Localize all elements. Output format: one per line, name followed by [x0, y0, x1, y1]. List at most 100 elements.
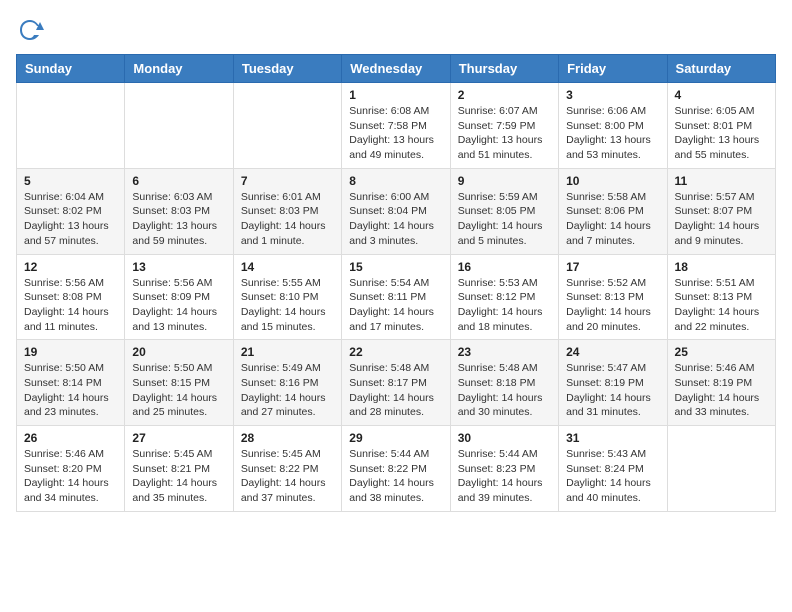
calendar-cell: 20Sunrise: 5:50 AMSunset: 8:15 PMDayligh…	[125, 340, 233, 426]
weekday-header-thursday: Thursday	[450, 55, 558, 83]
calendar-cell	[667, 426, 775, 512]
day-number: 17	[566, 260, 659, 274]
calendar-week-5: 26 Sunrise: 5:46 AMSunset: 8:20 PMDayligh…	[17, 426, 776, 512]
calendar-cell: 27 Sunrise: 5:45 AMSunset: 8:21 PMDayligh…	[125, 426, 233, 512]
day-info: Sunrise: 6:07 AMSunset: 7:59 PMDaylight:…	[458, 104, 551, 163]
day-info: Sunrise: 5:55 AMSunset: 8:10 PMDaylight:…	[241, 276, 334, 335]
day-info: Sunrise: 6:03 AMSunset: 8:03 PMDaylight:…	[132, 190, 225, 249]
day-info: Sunrise: 5:44 AMSunset: 8:22 PMDaylight:…	[349, 447, 442, 506]
weekday-header-sunday: Sunday	[17, 55, 125, 83]
day-number: 21	[241, 345, 334, 359]
calendar-cell: 31 Sunrise: 5:43 AMSunset: 8:24 PMDayligh…	[559, 426, 667, 512]
day-number: 4	[675, 88, 768, 102]
day-info: Sunrise: 5:46 AMSunset: 8:19 PMDaylight:…	[675, 361, 768, 420]
day-info: Sunrise: 5:56 AMSunset: 8:08 PMDaylight:…	[24, 276, 117, 335]
day-number: 19	[24, 345, 117, 359]
day-info: Sunrise: 5:44 AMSunset: 8:23 PMDaylight:…	[458, 447, 551, 506]
calendar-week-4: 19 Sunrise: 5:50 AMSunset: 8:14 PMDayligh…	[17, 340, 776, 426]
day-info: Sunrise: 5:48 AMSunset: 8:18 PMDaylight:…	[458, 361, 551, 420]
day-number: 27	[132, 431, 225, 445]
calendar-cell: 2 Sunrise: 6:07 AMSunset: 7:59 PMDaylight…	[450, 83, 558, 169]
calendar-week-1: 1Sunrise: 6:08 AMSunset: 7:58 PMDaylight…	[17, 83, 776, 169]
calendar-cell: 4 Sunrise: 6:05 AMSunset: 8:01 PMDaylight…	[667, 83, 775, 169]
day-info: Sunrise: 5:46 AMSunset: 8:20 PMDaylight:…	[24, 447, 117, 506]
calendar-cell: 29 Sunrise: 5:44 AMSunset: 8:22 PMDayligh…	[342, 426, 450, 512]
day-info: Sunrise: 6:04 AMSunset: 8:02 PMDaylight:…	[24, 190, 117, 249]
calendar-cell: 17 Sunrise: 5:52 AMSunset: 8:13 PMDayligh…	[559, 254, 667, 340]
day-number: 22	[349, 345, 442, 359]
calendar-cell: 3 Sunrise: 6:06 AMSunset: 8:00 PMDaylight…	[559, 83, 667, 169]
day-info: Sunrise: 5:54 AMSunset: 8:11 PMDaylight:…	[349, 276, 442, 335]
day-info: Sunrise: 5:51 AMSunset: 8:13 PMDaylight:…	[675, 276, 768, 335]
day-info: Sunrise: 5:53 AMSunset: 8:12 PMDaylight:…	[458, 276, 551, 335]
calendar-week-3: 12 Sunrise: 5:56 AMSunset: 8:08 PMDayligh…	[17, 254, 776, 340]
day-info: Sunrise: 5:56 AMSunset: 8:09 PMDaylight:…	[132, 276, 225, 335]
calendar-cell: 7Sunrise: 6:01 AMSunset: 8:03 PMDaylight…	[233, 168, 341, 254]
calendar-cell: 11Sunrise: 5:57 AMSunset: 8:07 PMDayligh…	[667, 168, 775, 254]
logo	[16, 16, 48, 44]
day-number: 9	[458, 174, 551, 188]
day-info: Sunrise: 5:50 AMSunset: 8:15 PMDaylight:…	[132, 361, 225, 420]
day-info: Sunrise: 6:00 AMSunset: 8:04 PMDaylight:…	[349, 190, 442, 249]
day-number: 23	[458, 345, 551, 359]
calendar-cell	[17, 83, 125, 169]
day-info: Sunrise: 5:49 AMSunset: 8:16 PMDaylight:…	[241, 361, 334, 420]
day-number: 6	[132, 174, 225, 188]
day-number: 30	[458, 431, 551, 445]
calendar-cell: 5 Sunrise: 6:04 AMSunset: 8:02 PMDaylight…	[17, 168, 125, 254]
day-number: 16	[458, 260, 551, 274]
day-info: Sunrise: 6:06 AMSunset: 8:00 PMDaylight:…	[566, 104, 659, 163]
calendar-cell: 22 Sunrise: 5:48 AMSunset: 8:17 PMDayligh…	[342, 340, 450, 426]
weekday-header-wednesday: Wednesday	[342, 55, 450, 83]
day-number: 26	[24, 431, 117, 445]
calendar-cell: 26 Sunrise: 5:46 AMSunset: 8:20 PMDayligh…	[17, 426, 125, 512]
day-number: 13	[132, 260, 225, 274]
weekday-header-row: SundayMondayTuesdayWednesdayThursdayFrid…	[17, 55, 776, 83]
day-info: Sunrise: 6:01 AMSunset: 8:03 PMDaylight:…	[241, 190, 334, 249]
calendar-cell: 12 Sunrise: 5:56 AMSunset: 8:08 PMDayligh…	[17, 254, 125, 340]
weekday-header-tuesday: Tuesday	[233, 55, 341, 83]
day-info: Sunrise: 5:48 AMSunset: 8:17 PMDaylight:…	[349, 361, 442, 420]
day-info: Sunrise: 5:45 AMSunset: 8:21 PMDaylight:…	[132, 447, 225, 506]
calendar-cell: 13 Sunrise: 5:56 AMSunset: 8:09 PMDayligh…	[125, 254, 233, 340]
calendar-cell: 30 Sunrise: 5:44 AMSunset: 8:23 PMDayligh…	[450, 426, 558, 512]
calendar-table: SundayMondayTuesdayWednesdayThursdayFrid…	[16, 54, 776, 512]
day-info: Sunrise: 5:47 AMSunset: 8:19 PMDaylight:…	[566, 361, 659, 420]
day-info: Sunrise: 5:52 AMSunset: 8:13 PMDaylight:…	[566, 276, 659, 335]
day-info: Sunrise: 6:08 AMSunset: 7:58 PMDaylight:…	[349, 104, 442, 163]
day-number: 24	[566, 345, 659, 359]
calendar-cell: 28 Sunrise: 5:45 AMSunset: 8:22 PMDayligh…	[233, 426, 341, 512]
day-info: Sunrise: 5:43 AMSunset: 8:24 PMDaylight:…	[566, 447, 659, 506]
day-number: 10	[566, 174, 659, 188]
day-number: 18	[675, 260, 768, 274]
calendar-cell: 24 Sunrise: 5:47 AMSunset: 8:19 PMDayligh…	[559, 340, 667, 426]
day-number: 31	[566, 431, 659, 445]
calendar-cell: 6 Sunrise: 6:03 AMSunset: 8:03 PMDaylight…	[125, 168, 233, 254]
calendar-cell: 1Sunrise: 6:08 AMSunset: 7:58 PMDaylight…	[342, 83, 450, 169]
calendar-cell: 19 Sunrise: 5:50 AMSunset: 8:14 PMDayligh…	[17, 340, 125, 426]
day-number: 8	[349, 174, 442, 188]
day-info: Sunrise: 5:50 AMSunset: 8:14 PMDaylight:…	[24, 361, 117, 420]
calendar-cell	[125, 83, 233, 169]
calendar-cell: 15Sunrise: 5:54 AMSunset: 8:11 PMDayligh…	[342, 254, 450, 340]
day-number: 11	[675, 174, 768, 188]
day-number: 2	[458, 88, 551, 102]
weekday-header-monday: Monday	[125, 55, 233, 83]
weekday-header-friday: Friday	[559, 55, 667, 83]
day-info: Sunrise: 5:58 AMSunset: 8:06 PMDaylight:…	[566, 190, 659, 249]
calendar-cell: 23 Sunrise: 5:48 AMSunset: 8:18 PMDayligh…	[450, 340, 558, 426]
day-number: 5	[24, 174, 117, 188]
calendar-cell: 8 Sunrise: 6:00 AMSunset: 8:04 PMDaylight…	[342, 168, 450, 254]
calendar-cell: 10 Sunrise: 5:58 AMSunset: 8:06 PMDayligh…	[559, 168, 667, 254]
day-number: 28	[241, 431, 334, 445]
day-number: 3	[566, 88, 659, 102]
day-number: 12	[24, 260, 117, 274]
weekday-header-saturday: Saturday	[667, 55, 775, 83]
day-number: 14	[241, 260, 334, 274]
day-info: Sunrise: 6:05 AMSunset: 8:01 PMDaylight:…	[675, 104, 768, 163]
day-info: Sunrise: 5:45 AMSunset: 8:22 PMDaylight:…	[241, 447, 334, 506]
day-number: 29	[349, 431, 442, 445]
calendar-cell: 25Sunrise: 5:46 AMSunset: 8:19 PMDayligh…	[667, 340, 775, 426]
calendar-cell: 9Sunrise: 5:59 AMSunset: 8:05 PMDaylight…	[450, 168, 558, 254]
logo-icon	[16, 16, 44, 44]
